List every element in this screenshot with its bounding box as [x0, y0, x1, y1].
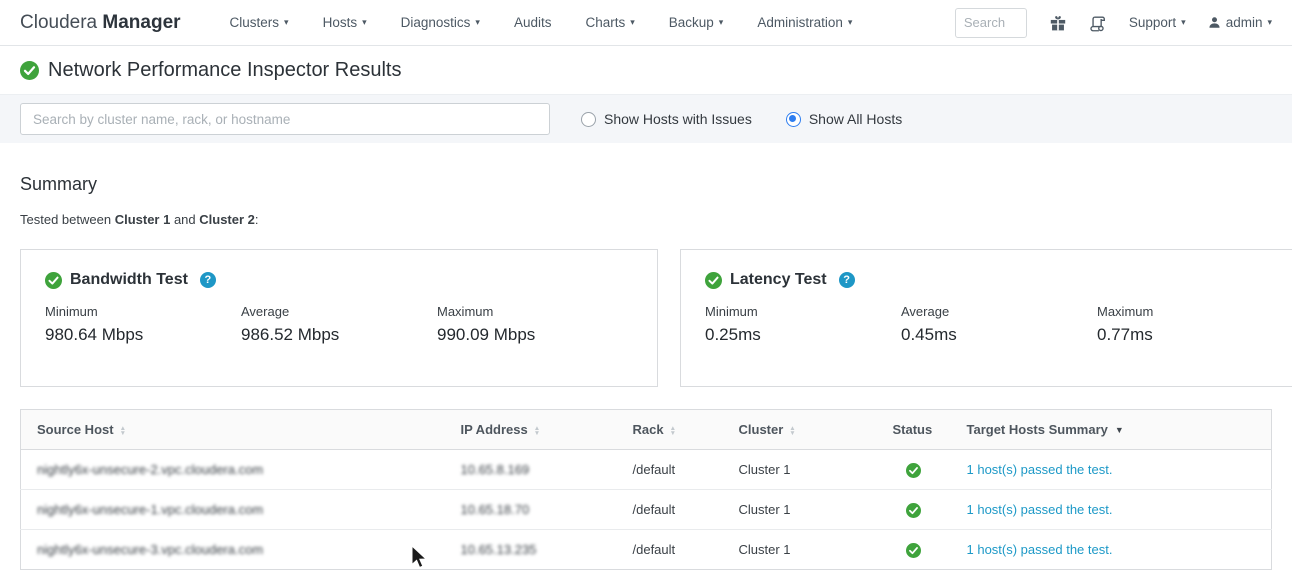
target-hosts-summary-cell: 1 host(s) passed the test.: [951, 450, 1272, 490]
parcel-icon[interactable]: [1049, 14, 1067, 32]
running-commands-icon[interactable]: [1089, 14, 1107, 32]
caret-down-icon: ▾: [630, 18, 635, 27]
metric-average: Average 0.45ms: [901, 304, 1097, 345]
hosts-passed-link[interactable]: 1 host(s) passed the test.: [967, 502, 1113, 517]
caret-down-icon: ▾: [475, 18, 480, 27]
menu-clusters[interactable]: Clusters▾: [213, 15, 306, 30]
sort-desc-icon[interactable]: ▼: [1115, 426, 1124, 435]
menu-audits[interactable]: Audits: [497, 15, 569, 30]
sort-both-icon[interactable]: ▲▼: [120, 426, 126, 436]
sort-both-icon[interactable]: ▲▼: [534, 426, 540, 436]
sort-both-icon[interactable]: ▲▼: [670, 426, 676, 436]
main-content: Summary Tested between Cluster 1 and Clu…: [0, 174, 1292, 570]
brand-cloudera: Cloudera: [20, 12, 102, 33]
host-filter-search-input[interactable]: [20, 103, 550, 135]
sort-both-icon[interactable]: ▲▼: [789, 426, 795, 436]
summary-heading: Summary: [20, 174, 1272, 195]
global-search-input[interactable]: [955, 8, 1027, 38]
caret-down-icon: ▾: [1267, 18, 1272, 27]
metric-minimum: Minimum 980.64 Mbps: [45, 304, 241, 345]
status-passed-icon: [906, 503, 921, 518]
menu-support[interactable]: Support▾: [1129, 15, 1186, 30]
hosts-passed-link[interactable]: 1 host(s) passed the test.: [967, 542, 1113, 557]
source-host-cell: nightly6x-unsecure-2.vpc.cloudera.com: [21, 450, 445, 490]
column-header-cluster[interactable]: Cluster▲▼: [723, 410, 877, 450]
menu-diagnostics[interactable]: Diagnostics▾: [384, 15, 497, 30]
status-cell: [877, 450, 951, 490]
menu-user-admin[interactable]: admin▾: [1208, 15, 1272, 30]
help-icon[interactable]: ?: [839, 272, 855, 288]
ip-address-cell: 10.65.8.169: [445, 450, 617, 490]
caret-down-icon: ▾: [719, 18, 724, 27]
help-icon[interactable]: ?: [200, 272, 216, 288]
menu-charts[interactable]: Charts▾: [568, 15, 651, 30]
cluster-2-name: Cluster 2: [199, 212, 255, 227]
caret-down-icon: ▾: [284, 18, 289, 27]
source-host-cell: nightly6x-unsecure-1.vpc.cloudera.com: [21, 490, 445, 530]
rack-cell: /default: [617, 490, 723, 530]
brand-manager: Manager: [102, 12, 180, 33]
cloudera-manager-logo[interactable]: Cloudera Manager: [20, 12, 181, 34]
latency-test-card: Latency Test ? Minimum 0.25ms Average 0.…: [680, 249, 1292, 387]
host-results-table: Source Host▲▼ IP Address▲▼ Rack▲▼ Cluste…: [20, 409, 1272, 570]
ip-address-cell: 10.65.18.70: [445, 490, 617, 530]
menu-backup[interactable]: Backup▾: [652, 15, 741, 30]
caret-down-icon: ▾: [848, 18, 853, 27]
status-passed-icon: [906, 543, 921, 558]
cluster-1-name: Cluster 1: [115, 212, 171, 227]
caret-down-icon: ▾: [1181, 18, 1186, 27]
main-menu: Clusters▾ Hosts▾ Diagnostics▾ Audits Cha…: [213, 15, 870, 30]
table-row: nightly6x-unsecure-2.vpc.cloudera.com 10…: [21, 450, 1272, 490]
success-check-icon: [705, 272, 722, 289]
top-navbar: Cloudera Manager Clusters▾ Hosts▾ Diagno…: [0, 0, 1292, 46]
radio-checked-icon[interactable]: [786, 112, 801, 127]
caret-down-icon: ▾: [362, 18, 367, 27]
radio-show-all-hosts[interactable]: Show All Hosts: [786, 111, 902, 127]
success-check-icon: [45, 272, 62, 289]
rack-cell: /default: [617, 450, 723, 490]
table-header-row: Source Host▲▼ IP Address▲▼ Rack▲▼ Cluste…: [21, 410, 1272, 450]
status-passed-icon: [906, 463, 921, 478]
metric-maximum: Maximum 990.09 Mbps: [437, 304, 633, 345]
column-header-source-host[interactable]: Source Host▲▼: [21, 410, 445, 450]
column-header-status[interactable]: Status: [877, 410, 951, 450]
metric-average: Average 986.52 Mbps: [241, 304, 437, 345]
table-row: nightly6x-unsecure-1.vpc.cloudera.com 10…: [21, 490, 1272, 530]
user-icon: [1208, 16, 1221, 29]
radio-show-hosts-with-issues[interactable]: Show Hosts with Issues: [581, 111, 752, 127]
page-title: Network Performance Inspector Results: [48, 59, 401, 82]
cluster-cell: Cluster 1: [723, 490, 877, 530]
column-header-rack[interactable]: Rack▲▼: [617, 410, 723, 450]
summary-cards: Bandwidth Test ? Minimum 980.64 Mbps Ave…: [20, 249, 1272, 387]
tested-between-line: Tested between Cluster 1 and Cluster 2:: [20, 212, 1272, 227]
success-check-icon: [20, 61, 39, 80]
card-title: Bandwidth Test: [70, 271, 188, 289]
cluster-cell: Cluster 1: [723, 530, 877, 570]
table-row: nightly6x-unsecure-3.vpc.cloudera.com 10…: [21, 530, 1272, 570]
column-header-ip-address[interactable]: IP Address▲▼: [445, 410, 617, 450]
menu-hosts[interactable]: Hosts▾: [306, 15, 384, 30]
page-header: Network Performance Inspector Results: [0, 46, 1292, 94]
ip-address-cell: 10.65.13.235: [445, 530, 617, 570]
status-cell: [877, 530, 951, 570]
host-filter-radios: Show Hosts with Issues Show All Hosts: [581, 111, 902, 127]
menu-administration[interactable]: Administration▾: [740, 15, 869, 30]
hosts-passed-link[interactable]: 1 host(s) passed the test.: [967, 462, 1113, 477]
card-title: Latency Test: [730, 271, 827, 289]
target-hosts-summary-cell: 1 host(s) passed the test.: [951, 490, 1272, 530]
metric-maximum: Maximum 0.77ms: [1097, 304, 1292, 345]
bandwidth-test-card: Bandwidth Test ? Minimum 980.64 Mbps Ave…: [20, 249, 658, 387]
navbar-right: Support▾ admin▾: [955, 8, 1272, 38]
cluster-cell: Cluster 1: [723, 450, 877, 490]
target-hosts-summary-cell: 1 host(s) passed the test.: [951, 530, 1272, 570]
status-cell: [877, 490, 951, 530]
column-header-target-hosts-summary[interactable]: Target Hosts Summary▼: [951, 410, 1272, 450]
filter-bar: Show Hosts with Issues Show All Hosts: [0, 94, 1292, 143]
rack-cell: /default: [617, 530, 723, 570]
metric-minimum: Minimum 0.25ms: [705, 304, 901, 345]
radio-unchecked-icon[interactable]: [581, 112, 596, 127]
source-host-cell: nightly6x-unsecure-3.vpc.cloudera.com: [21, 530, 445, 570]
